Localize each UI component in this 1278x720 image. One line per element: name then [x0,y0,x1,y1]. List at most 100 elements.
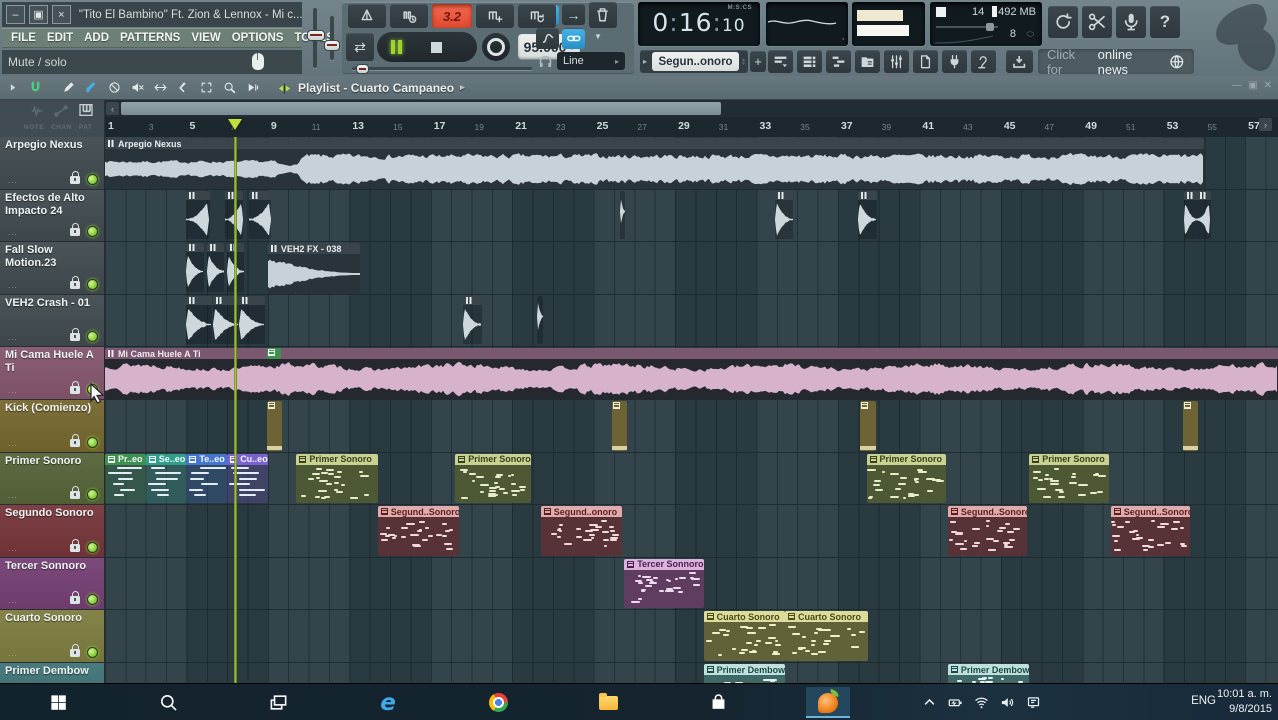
add-pattern-button[interactable]: + [750,51,766,72]
track-enable-led[interactable] [87,173,98,185]
audio-track-mode-icon[interactable] [30,104,44,118]
taskbar-item-fl-studio[interactable] [806,687,850,718]
taskbar-item-search[interactable] [146,687,190,718]
pattern-clip[interactable]: Cuarto Sonoro [703,611,786,661]
pencil-tool[interactable] [58,79,79,96]
buffer-thumb[interactable] [986,23,994,31]
kick-clip[interactable] [266,401,283,451]
stop-button[interactable] [431,41,442,53]
mini-clip[interactable]: Se..eo [145,453,187,504]
track-lock-icon[interactable] [70,223,80,237]
track-options-dots[interactable]: ... [8,491,18,500]
track-lock-icon[interactable] [70,538,80,552]
track-header-10[interactable]: Cuarto Sonoro... [0,610,105,663]
loop-record-button[interactable] [518,4,556,28]
crash-clip[interactable] [1197,190,1211,240]
magnet-tool[interactable] [25,79,46,96]
track-enable-led[interactable] [87,383,98,395]
taskbar-item-store[interactable] [696,687,740,718]
playlist-panel-button[interactable] [768,50,793,73]
taskbar-item-start[interactable] [36,687,80,718]
menu-item-patterns[interactable]: PATTERNS [120,32,180,44]
countdown-button[interactable] [476,4,514,28]
audio-clip[interactable]: VEH2 FX - 038 [267,243,360,294]
project-picker-button[interactable] [913,50,938,73]
sync-button[interactable] [1048,6,1078,38]
kick-clip[interactable] [612,401,628,451]
mute-tool[interactable] [127,79,148,96]
taskbar-item-task-view[interactable] [256,687,300,718]
crash-clip[interactable] [774,190,794,240]
shuffle-thumb[interactable] [356,64,369,74]
master-pitch-slider[interactable] [330,16,334,60]
menu-arrow-tool[interactable] [2,79,23,96]
pattern-clip[interactable]: Primer Sonoro [296,453,378,504]
playlist-minimize-icon[interactable]: — [1232,80,1242,91]
track-lane-10[interactable] [105,610,1278,663]
playlist-close-icon[interactable]: ✕ [1264,80,1272,91]
master-pitch-thumb[interactable] [324,40,340,51]
pattern-clip[interactable]: Primer Sonoro [866,453,946,504]
close-button[interactable]: × [51,5,71,24]
crash-clip[interactable] [1184,190,1198,240]
plugin-picker-button[interactable] [942,50,967,73]
mini-clip[interactable]: Cu..eo [227,453,268,504]
track-enable-led[interactable] [87,436,98,448]
chip-clip[interactable] [266,348,282,360]
mode-dropdown-arrow[interactable]: ▼ [594,32,602,41]
crash-clip[interactable] [858,190,877,240]
playlist-grid[interactable]: Arpegio Nexus VEH2 FX - 038 Mi Cama Huele … [105,137,1278,683]
track-options-dots[interactable]: ... [8,281,18,290]
taskbar-item-chrome[interactable] [476,687,520,718]
mixer-button[interactable] [884,50,909,73]
minimize-button[interactable]: – [6,5,25,24]
track-header-4[interactable]: VEH2 Crash - 01... [0,294,105,348]
tray-battery-icon[interactable] [942,695,968,710]
track-lock-icon[interactable] [70,643,80,657]
track-lane-4[interactable] [105,294,1278,348]
tray-volume-icon[interactable] [994,695,1020,710]
mini-clip[interactable]: Pr..eo [105,453,146,504]
track-header-1[interactable]: Arpegio Nexus... [0,137,105,190]
track-lock-icon[interactable] [70,591,80,605]
track-lane-8[interactable] [105,505,1278,558]
track-options-dots[interactable]: ... [8,333,18,342]
pattern-clip[interactable]: Primer Dembow [703,664,786,683]
track-lane-2[interactable] [105,189,1278,243]
pattern-selector-value[interactable]: Segun..onoro [652,52,740,71]
language-indicator[interactable]: ENG [1191,695,1216,707]
output-mode-select[interactable]: Line ▸ [557,52,625,70]
restore-button[interactable]: ▣ [28,5,48,24]
shuffle-slider[interactable] [352,67,532,70]
track-options-dots[interactable]: ... [8,439,18,448]
track-options-dots[interactable]: ... [8,649,18,658]
mini-clip[interactable]: Te..eo [186,453,228,504]
pattern-clip[interactable]: Segund..Sonoro [377,506,460,556]
crash-clip[interactable] [248,190,271,240]
scroll-right-button[interactable]: › [1259,118,1272,131]
kick-clip[interactable] [1183,401,1199,451]
menu-item-options[interactable]: OPTIONS [232,32,284,44]
track-enable-led[interactable] [87,646,98,658]
horizontal-scrollbar[interactable]: ‹ [105,100,1278,117]
crash-clip[interactable] [239,295,265,345]
zoom-tool[interactable] [219,79,240,96]
browser-button[interactable] [855,50,880,73]
track-header-2[interactable]: Efectos de Alto Impacto 24... [0,189,105,243]
cut-button[interactable] [1082,6,1112,38]
pattern-clip[interactable]: Tercer Sonnoro [624,558,704,609]
playlist-title-arrow[interactable]: ▸ [460,82,465,93]
tray-action-center-icon[interactable] [1020,695,1046,710]
track-lock-icon[interactable] [70,380,80,394]
track-header-7[interactable]: Primer Sonoro... [0,452,105,506]
pattern-clip[interactable]: Segund..Sonoro [1110,506,1191,556]
pattern-clip[interactable]: Primer Dembow [947,664,1030,683]
mic-button[interactable] [1116,6,1146,38]
track-enable-led[interactable] [87,594,98,606]
track-lock-icon[interactable] [70,486,80,500]
pattern-clip[interactable]: Segund..onoro [540,506,623,556]
record-button[interactable] [482,33,510,61]
pattern-clip[interactable]: Segund..Sonoro [947,506,1028,556]
tray-wifi-icon[interactable] [968,695,994,710]
track-options-dots[interactable]: ... [8,176,18,185]
